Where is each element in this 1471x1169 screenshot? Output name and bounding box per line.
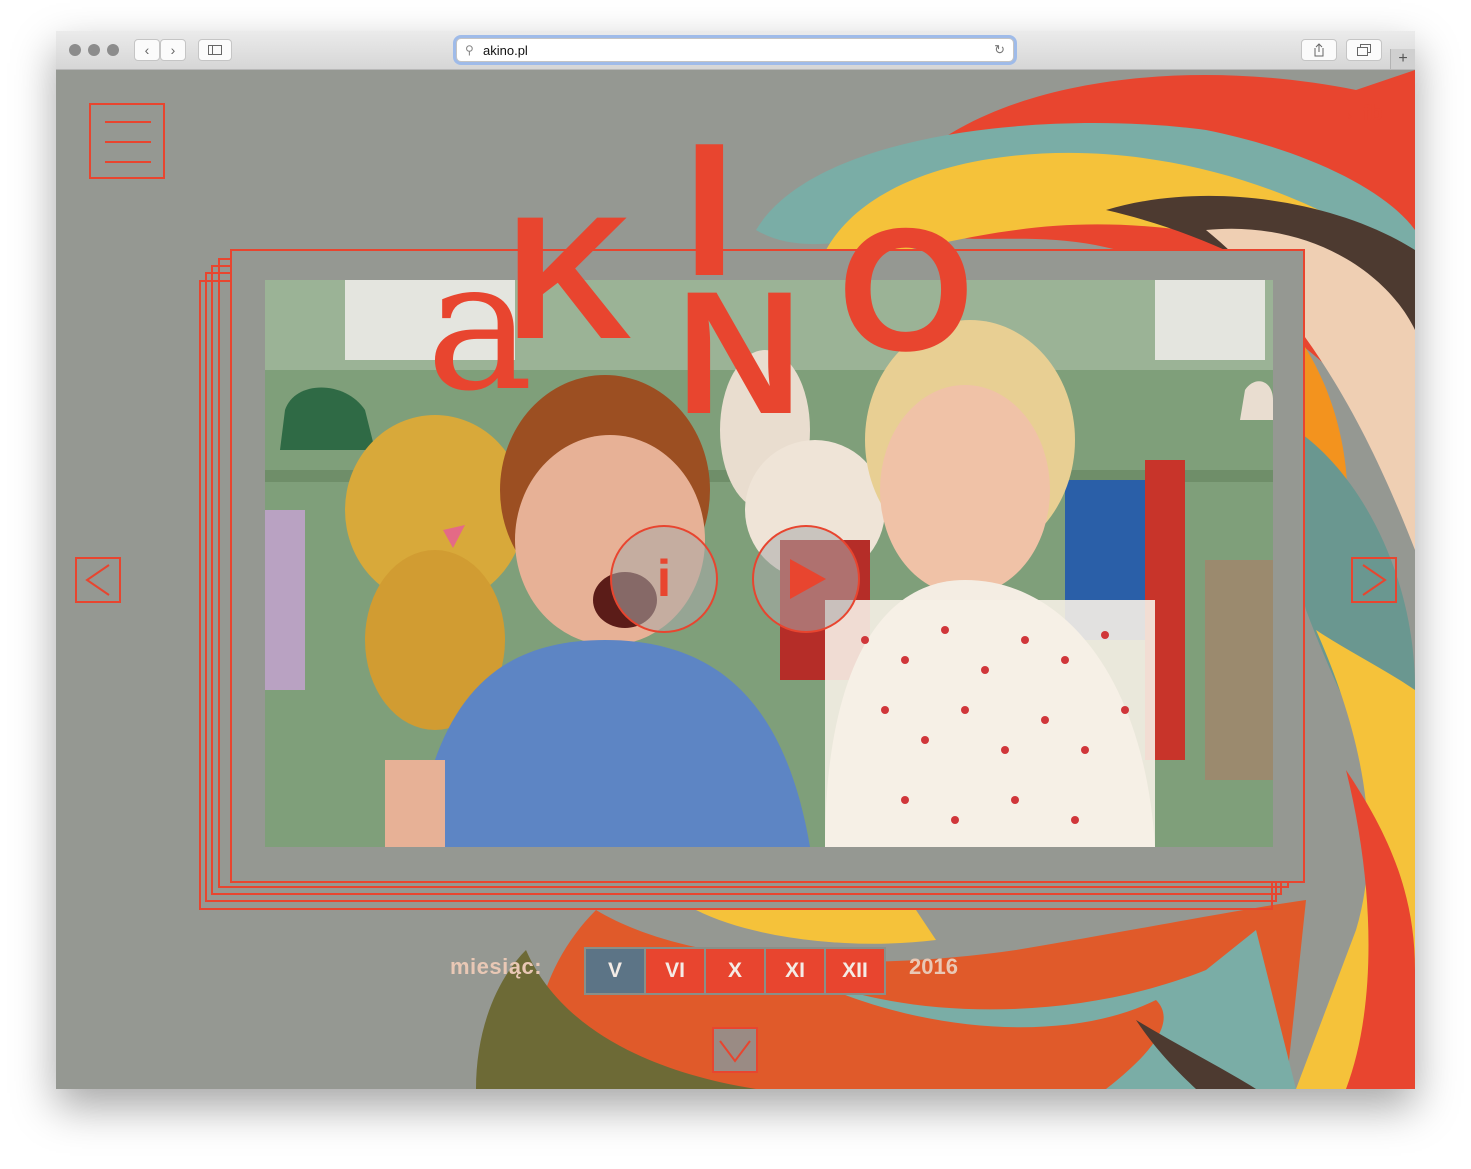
sidebar-button[interactable] xyxy=(198,39,232,61)
month-tab-v[interactable]: V xyxy=(586,949,644,993)
akino-logo[interactable]: a K I N O xyxy=(426,100,1046,430)
month-tab-xi[interactable]: XI xyxy=(766,949,824,993)
chevron-left-icon: ‹ xyxy=(144,42,150,58)
year-label: 2016 xyxy=(909,954,958,979)
month-tab-xii[interactable]: XII xyxy=(826,949,884,993)
facebook-link[interactable]: → fb xyxy=(1334,100,1383,126)
tabs-icon xyxy=(1357,44,1371,56)
sidebar-icon xyxy=(208,45,222,55)
close-window-button[interactable] xyxy=(69,44,81,56)
chevron-left-icon xyxy=(85,564,110,596)
url-text: akino.pl xyxy=(483,43,528,58)
chevron-right-icon xyxy=(1362,564,1387,596)
browser-window: ‹ › ⚲ akino.pl ↻ + → fb a K I N O i mies… xyxy=(56,31,1415,1089)
logo-letter-n: N xyxy=(676,256,802,430)
month-tab-vi[interactable]: VI xyxy=(646,949,704,993)
previous-button[interactable] xyxy=(75,557,121,603)
chevron-right-icon: › xyxy=(170,42,176,58)
scroll-down-button[interactable] xyxy=(712,1027,758,1073)
new-tab-button[interactable]: + xyxy=(1390,49,1415,69)
menu-line-icon xyxy=(105,161,151,163)
play-icon xyxy=(790,559,826,599)
forward-button[interactable]: › xyxy=(160,39,186,61)
page-content: → fb a K I N O i miesiąc: V VI X XI XII … xyxy=(56,70,1415,1089)
browser-toolbar: ‹ › ⚲ akino.pl ↻ + xyxy=(56,31,1415,70)
month-label: miesiąc: xyxy=(450,954,543,979)
next-button[interactable] xyxy=(1351,557,1397,603)
menu-line-icon xyxy=(105,121,151,123)
logo-letter-k: K xyxy=(506,181,632,376)
menu-line-icon xyxy=(105,141,151,143)
month-tab-x[interactable]: X xyxy=(706,949,764,993)
month-selector: V VI X XI XII xyxy=(584,947,886,995)
back-button[interactable]: ‹ xyxy=(134,39,160,61)
search-icon: ⚲ xyxy=(465,43,474,57)
reload-icon[interactable]: ↻ xyxy=(994,42,1005,58)
info-button[interactable]: i xyxy=(610,525,718,633)
minimize-window-button[interactable] xyxy=(88,44,100,56)
tabs-button[interactable] xyxy=(1346,39,1382,61)
chevron-down-icon xyxy=(719,1040,751,1063)
zoom-window-button[interactable] xyxy=(107,44,119,56)
address-bar[interactable]: ⚲ akino.pl ↻ xyxy=(456,38,1014,62)
logo-letter-o: O xyxy=(838,193,974,388)
play-button[interactable] xyxy=(752,525,860,633)
share-icon xyxy=(1314,43,1324,57)
share-button[interactable] xyxy=(1301,39,1337,61)
menu-button[interactable] xyxy=(89,103,165,179)
